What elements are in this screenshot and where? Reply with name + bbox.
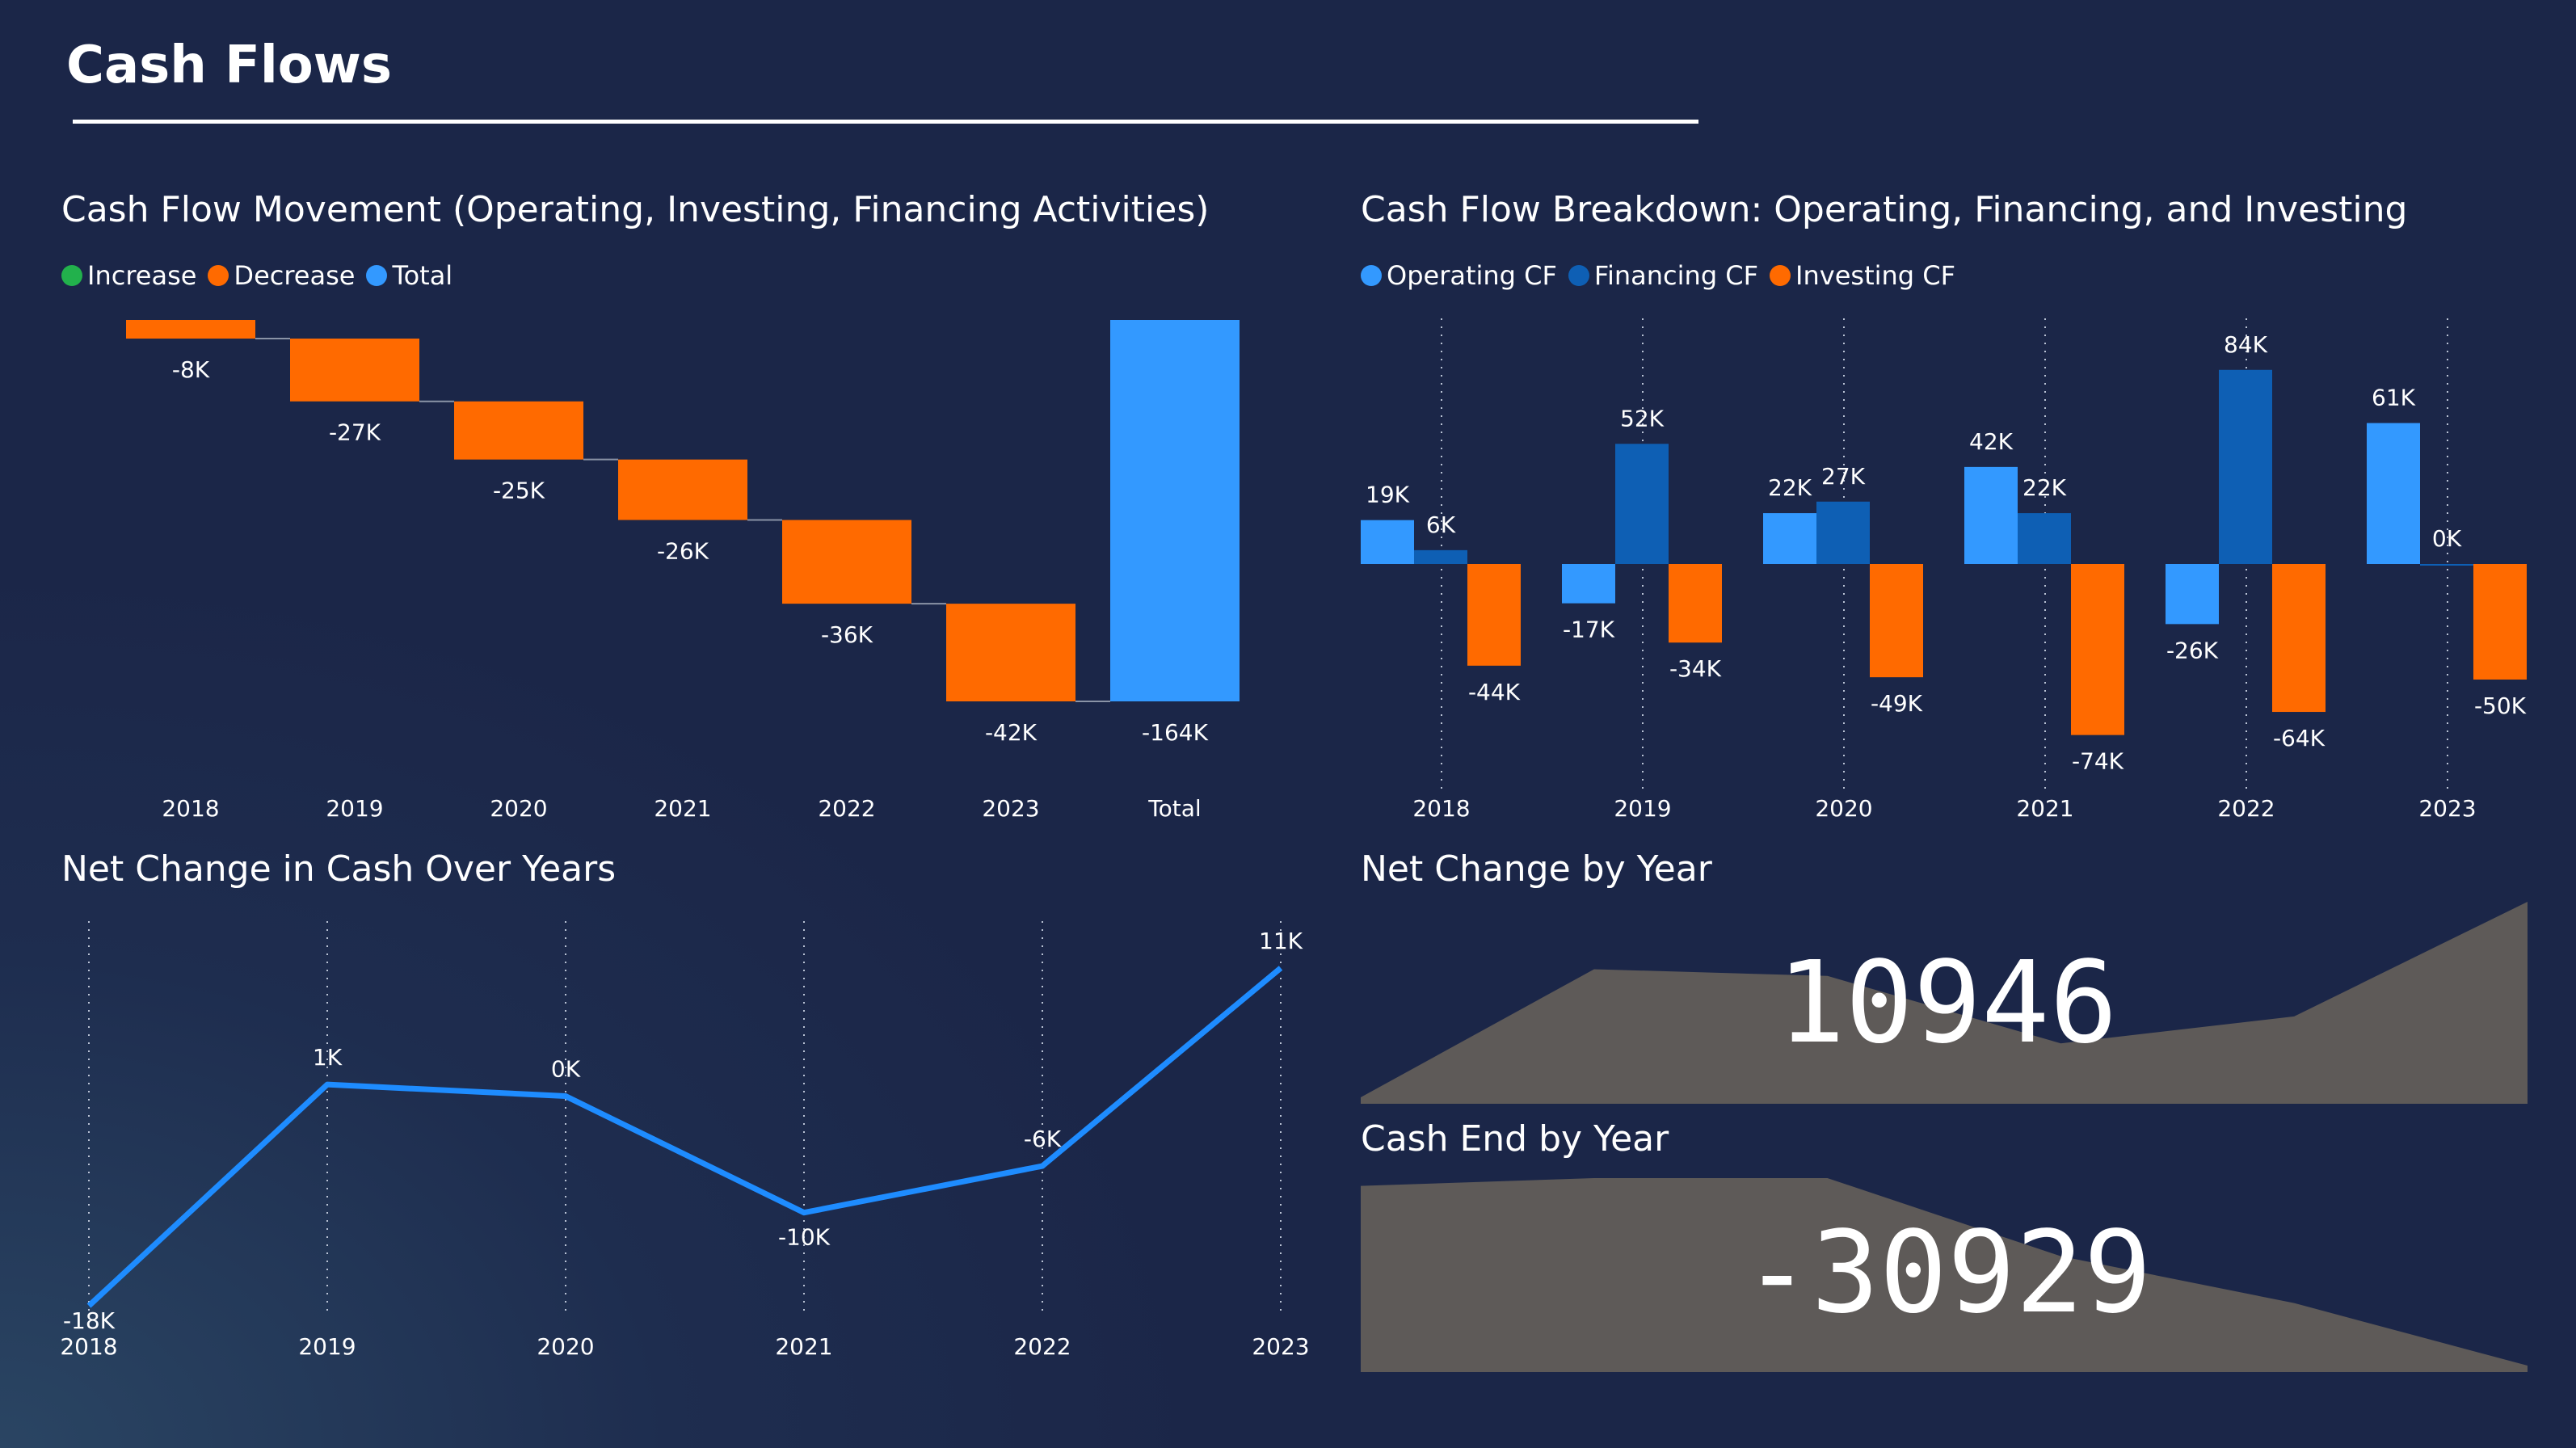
breakdown-bar — [2473, 564, 2527, 680]
data-label: -25K — [493, 478, 545, 504]
data-label: -27K — [329, 419, 381, 446]
data-label: 19K — [1366, 482, 1410, 508]
breakdown-bar — [1964, 466, 2018, 564]
breakdown-bar — [1414, 549, 1467, 564]
kpi-cash-end-value: -30929 — [1743, 1207, 2152, 1339]
net-change-line — [86, 966, 1283, 1308]
x-tick-label: 2019 — [1614, 795, 1671, 822]
breakdown-bar — [2071, 564, 2124, 735]
x-tick-label: 2018 — [60, 1333, 117, 1360]
waterfall-bar — [454, 401, 583, 460]
data-label: 11K — [1259, 928, 1303, 954]
x-tick-label: 2022 — [818, 795, 875, 822]
data-label: 1K — [313, 1044, 343, 1071]
data-label: 61K — [2372, 385, 2416, 411]
x-tick-label: 2021 — [2016, 795, 2073, 822]
x-tick-label: 2021 — [775, 1333, 832, 1360]
breakdown-bar — [1615, 444, 1669, 564]
x-tick-label: 2023 — [2418, 795, 2476, 822]
data-label: 0K — [551, 1056, 581, 1083]
data-label: -17K — [1563, 617, 1615, 643]
x-tick-label: 2020 — [537, 1333, 594, 1360]
data-label: -50K — [2474, 692, 2527, 719]
x-tick-label: 2021 — [654, 795, 711, 822]
data-label: -64K — [2273, 725, 2326, 751]
data-label: -8K — [172, 356, 210, 383]
x-tick-label: 2018 — [162, 795, 219, 822]
breakdown-bar — [2420, 564, 2473, 566]
breakdown-bar — [2272, 564, 2326, 713]
data-label: 22K — [1768, 474, 1812, 501]
breakdown-bar — [2219, 369, 2272, 564]
waterfall-bar — [782, 520, 911, 604]
breakdown-bar — [2018, 513, 2071, 564]
breakdown-chart: 19K 6K -44K 2018 -17K 52K -34K 2019 22K 27K -49K 20… — [1361, 318, 2527, 822]
data-label: -42K — [985, 719, 1038, 746]
charts-layer: -8K 2018 -27K 2019 -25K 2020 -26K 2021 -36K 2022 -… — [60, 318, 2528, 1372]
data-label: -18K — [63, 1307, 116, 1334]
x-tick-label: 2019 — [326, 795, 383, 822]
waterfall-bar — [290, 339, 419, 402]
data-label: -36K — [821, 621, 873, 648]
breakdown-bar — [1361, 520, 1414, 564]
waterfall-bar — [1110, 320, 1240, 701]
data-label: -26K — [657, 538, 709, 565]
net-change-line-chart: 2018 2019 2020 2021 2022 2023 -18K 1K 0K -10K -6K 1… — [60, 921, 1310, 1360]
data-label: -49K — [1871, 690, 1923, 717]
data-label: -10K — [778, 1224, 831, 1251]
x-tick-label: 2022 — [1013, 1333, 1071, 1360]
data-label: 0K — [2432, 525, 2462, 552]
data-label: -34K — [1669, 655, 1722, 682]
x-tick-label: 2020 — [490, 795, 547, 822]
x-tick-label: 2018 — [1412, 795, 1470, 822]
data-label: 27K — [1821, 463, 1866, 490]
breakdown-bar — [1562, 564, 1615, 604]
data-label: -26K — [2166, 637, 2219, 663]
data-label: -6K — [1024, 1126, 1062, 1152]
data-label: 6K — [1426, 511, 1456, 538]
x-tick-label: 2020 — [1815, 795, 1872, 822]
data-label: 22K — [2022, 474, 2067, 501]
x-tick-label: 2019 — [298, 1333, 356, 1360]
waterfall-bar — [126, 320, 255, 339]
data-label: 52K — [1620, 405, 1665, 431]
waterfall-chart: -8K 2018 -27K 2019 -25K 2020 -26K 2021 -36K 2022 -… — [126, 320, 1240, 822]
data-label: -44K — [1468, 679, 1521, 705]
data-label: -74K — [2072, 748, 2124, 775]
x-tick-label: 2023 — [982, 795, 1039, 822]
dashboard: Cash Flows Cash Flow Movement (Operating… — [0, 0, 2576, 1448]
x-tick-label: Total — [1147, 795, 1201, 822]
breakdown-bar — [1763, 513, 1816, 564]
breakdown-bar — [1816, 501, 1870, 564]
breakdown-bar — [2166, 564, 2219, 625]
data-label: -164K — [1142, 719, 1209, 746]
breakdown-bar — [1669, 564, 1722, 643]
kpi-net-change-value: 10946 — [1777, 937, 2118, 1069]
x-tick-label: 2022 — [2217, 795, 2275, 822]
breakdown-bar — [2367, 423, 2420, 564]
waterfall-bar — [618, 459, 747, 520]
x-tick-label: 2023 — [1252, 1333, 1309, 1360]
breakdown-bar — [1870, 564, 1923, 678]
data-label: 84K — [2224, 331, 2268, 358]
breakdown-bar — [1467, 564, 1521, 666]
waterfall-bar — [946, 604, 1075, 701]
data-label: 42K — [1969, 428, 2014, 455]
